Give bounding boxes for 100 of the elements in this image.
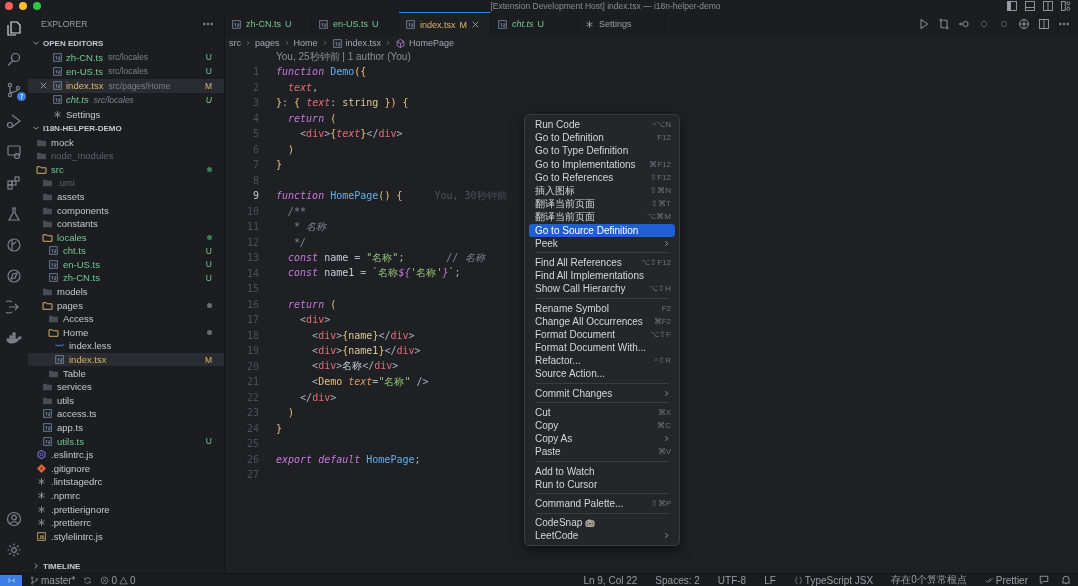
settings-icon[interactable] (6, 542, 22, 558)
tree-item[interactable]: Table (28, 366, 224, 380)
menu-item[interactable]: Run Code ^⌥N (529, 118, 675, 132)
feedback-icon[interactable] (1038, 574, 1050, 586)
breadcrumb-item[interactable]: pages (255, 38, 280, 48)
tree-item[interactable]: .prettierignore (28, 502, 224, 516)
menu-item[interactable]: Find All References ⌥⇧F12 (529, 255, 675, 270)
menu-item[interactable]: Copy As (529, 432, 675, 446)
codelens-text[interactable]: You, 25秒钟前 | 1 author (You) (276, 50, 411, 64)
section-header[interactable]: TIMELINE (28, 559, 224, 573)
menu-item[interactable]: Add to Watch (529, 464, 675, 478)
menu-item[interactable]: Go to Definition F12 (529, 131, 675, 145)
sidebar-toggle-icon[interactable] (1006, 0, 1018, 12)
remote-button[interactable] (0, 574, 22, 586)
panel-toggle-icon[interactable] (1024, 0, 1036, 12)
tree-item[interactable]: zh-CN.ts U (28, 271, 224, 285)
menu-item[interactable]: Format Document ⌥⇧F (529, 327, 675, 341)
globe-icon[interactable] (1018, 18, 1030, 30)
close-window-button[interactable] (5, 2, 13, 10)
split-layout-icon[interactable] (1042, 0, 1054, 12)
status-item[interactable]: TypeScript JSX (793, 574, 874, 586)
menu-item[interactable]: Find All Implementations (529, 269, 675, 283)
status-item[interactable]: Ln 9, Col 22 (583, 574, 638, 586)
editor-tab[interactable]: zh-CN.ts U (225, 12, 312, 36)
status-item[interactable]: Prettier (984, 574, 1028, 586)
tree-item[interactable]: index.tsx M (28, 352, 224, 367)
minimize-window-button[interactable] (19, 2, 27, 10)
section-header[interactable]: OPEN EDITORS (28, 36, 224, 50)
breadcrumb-item[interactable]: src (229, 38, 241, 48)
tree-item[interactable]: app.ts (28, 420, 224, 435)
tree-item[interactable]: mock (28, 135, 224, 149)
branch-icon[interactable] (6, 82, 22, 98)
tree-item[interactable]: src (28, 162, 224, 177)
menu-item[interactable]: Rename Symbol F2 (529, 301, 675, 315)
menu-item[interactable]: Show Call Hierarchy ⌥⇧H (529, 282, 675, 296)
tree-item[interactable]: utils (28, 393, 224, 408)
menu-item[interactable]: Go to References ⇧F12 (529, 170, 675, 184)
menu-item[interactable]: Paste ⌘V (529, 445, 675, 459)
open-editor-item[interactable]: index.tsx src/pages/Home M (28, 78, 224, 93)
files-icon[interactable] (6, 20, 22, 36)
open-editor-item[interactable]: cht.ts src/locales U (28, 92, 224, 107)
maximize-window-button[interactable] (33, 2, 41, 10)
menu-item[interactable]: Commit Changes (529, 386, 675, 400)
tree-item[interactable]: .prettierrc (28, 515, 224, 530)
breadcrumb-item[interactable]: index.tsx (331, 37, 382, 49)
flask-icon[interactable] (6, 206, 22, 222)
menu-item[interactable]: Format Document With... (529, 341, 675, 355)
sync-icon[interactable] (83, 575, 93, 585)
layout-grid-icon[interactable] (1060, 0, 1072, 12)
tree-item[interactable]: constants (28, 216, 224, 231)
menu-item[interactable]: Go to Type Definition (529, 144, 675, 158)
menu-item[interactable]: LeetCode (529, 529, 675, 543)
split-editor-icon[interactable] (1038, 18, 1050, 30)
close-icon[interactable] (471, 20, 481, 29)
menu-item[interactable]: 翻译当前页面 ⌥⌘M (529, 210, 675, 224)
whale-icon[interactable] (6, 330, 22, 346)
breadcrumb-item[interactable]: Home (293, 38, 318, 48)
tree-item[interactable]: .npmrc (28, 488, 224, 503)
graph-icon[interactable] (6, 237, 22, 253)
menu-item[interactable]: Copy ⌘C (529, 418, 675, 433)
play-icon[interactable] (918, 18, 930, 30)
menu-item[interactable]: Command Palette... ⇧⌘P (529, 496, 675, 511)
bell-icon[interactable] (1060, 574, 1072, 586)
menu-item[interactable]: Cut ⌘X (529, 405, 675, 419)
tree-item[interactable]: cht.ts U (28, 244, 224, 258)
menu-item[interactable]: Change All Occurrences ⌘F2 (529, 314, 675, 328)
menu-item[interactable]: Source Action... (529, 367, 675, 381)
back-icon[interactable] (958, 18, 970, 30)
tree-item[interactable]: services (28, 379, 224, 394)
status-item[interactable]: LF (764, 574, 776, 586)
search-icon[interactable] (6, 51, 22, 67)
close-icon[interactable] (39, 81, 48, 91)
tree-item[interactable]: access.ts (28, 407, 224, 421)
tree-item[interactable]: locales (28, 230, 224, 244)
tree-item[interactable]: en-US.ts U (28, 257, 224, 272)
menu-item[interactable]: 翻译当前页面 ⇧⌘T (529, 197, 675, 211)
tree-item[interactable]: index.less (28, 339, 224, 353)
menu-item[interactable]: CodeSnap (529, 516, 675, 530)
open-editor-item[interactable]: zh-CN.ts src/locales U (28, 50, 224, 65)
menu-item[interactable]: Run to Cursor (529, 477, 675, 491)
open-editor-item[interactable]: en-US.ts src/locales U (28, 64, 224, 79)
tree-item[interactable]: .lintstagedrc (28, 475, 224, 489)
tree-item[interactable]: pages (28, 298, 224, 312)
breadcrumb-item[interactable]: HomePage (395, 37, 455, 49)
menu-item[interactable]: Go to Source Definition (529, 223, 675, 237)
tree-item[interactable]: .stylelintrc.js (28, 529, 224, 544)
menu-item[interactable]: Refactor... ^⇧R (529, 354, 675, 368)
menu-item[interactable]: Go to Implementations ⌘F12 (529, 157, 675, 171)
tree-item[interactable]: .eslintrc.js (28, 447, 224, 462)
open-editor-item[interactable]: Settings (28, 107, 224, 122)
section-header[interactable]: I18N-HELPER-DEMO (28, 121, 224, 136)
tree-item[interactable]: utils.ts U (28, 434, 224, 448)
menu-item[interactable]: 插入图标 ⇧⌘N (529, 183, 675, 198)
tree-item[interactable]: models (28, 284, 224, 299)
status-item[interactable]: 存在0个算常根点 (891, 573, 967, 586)
editor-tab[interactable]: index.tsx M (399, 12, 492, 36)
tree-item[interactable]: Access (28, 311, 224, 326)
tree-item[interactable]: assets (28, 189, 224, 204)
problems-button[interactable]: 0 0 (100, 574, 136, 586)
editor-tab[interactable]: Settings (578, 12, 666, 36)
